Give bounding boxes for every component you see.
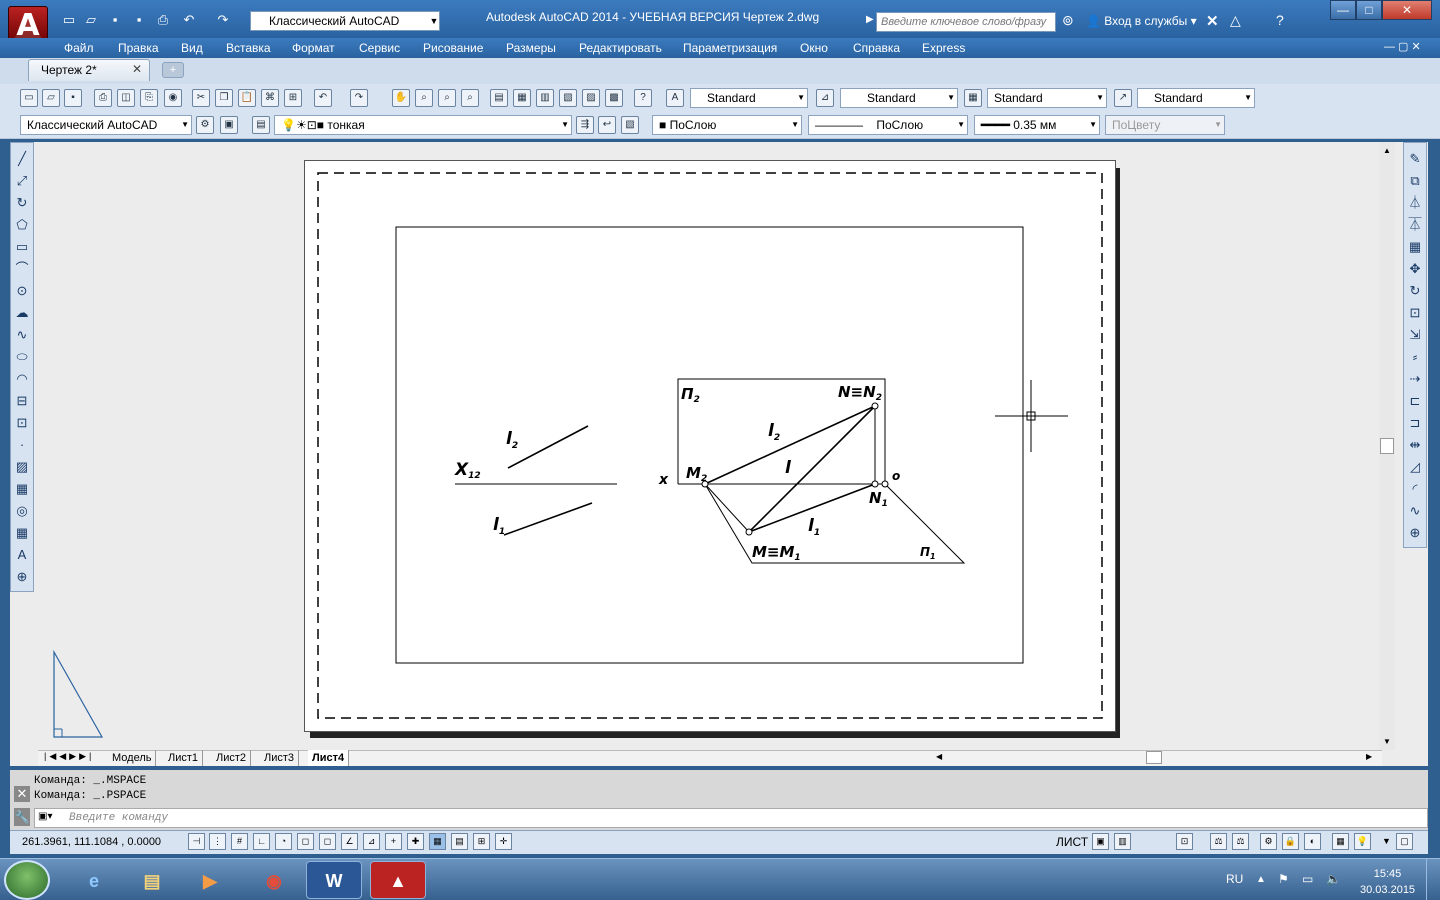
media-player-icon[interactable]: ▶ (182, 861, 238, 899)
label-x12: X12 (454, 460, 481, 481)
tab-model[interactable]: Модель (108, 750, 157, 766)
paper-space-toggle[interactable]: ЛИСТ (1056, 835, 1088, 849)
chrome-icon[interactable]: ◉ (246, 861, 302, 899)
maximize-viewport-icon[interactable]: ⊡ (1176, 833, 1193, 850)
word-icon[interactable]: W (306, 861, 362, 899)
tab-navigation-icons[interactable]: |◀◀▶▶| (44, 751, 94, 762)
point-m1 (745, 528, 753, 536)
label-n1: N1 (869, 489, 888, 509)
grid-icon[interactable]: # (231, 833, 248, 850)
clock[interactable]: 15:45 30.03.2015 (1360, 866, 1415, 898)
clock-time: 15:45 (1373, 868, 1402, 880)
wrench-icon[interactable]: 🔧 (14, 808, 30, 826)
annotation-scale-icon[interactable]: ⚖ (1210, 833, 1227, 850)
annotation-monitor-icon[interactable]: ✛ (495, 833, 512, 850)
volume-icon[interactable]: 🔈 (1326, 872, 1341, 886)
ortho-icon[interactable]: ∟ (253, 833, 270, 850)
snap-icon[interactable]: ⋮ (209, 833, 226, 850)
workspace-switch-icon[interactable]: ⚙ (1260, 833, 1277, 850)
left-l1-line (503, 502, 593, 536)
polar-icon[interactable]: ◔ (275, 833, 292, 850)
clock-date: 30.03.2015 (1360, 884, 1416, 896)
lock-icon[interactable]: 🔒 (1282, 833, 1299, 850)
quick-view-layouts-icon[interactable]: ▣ (1092, 833, 1109, 850)
label-m2: M2 (686, 464, 707, 484)
ucs-icon (53, 649, 104, 738)
hardware-acceleration-icon[interactable]: ◐ (1304, 833, 1321, 850)
quick-view-drawings-icon[interactable]: ▥ (1114, 833, 1131, 850)
show-desktop-button[interactable] (1426, 858, 1440, 900)
command-history-line: Команда: _.MSPACE (34, 775, 147, 787)
scroll-left-icon[interactable]: ◀ (936, 752, 942, 761)
otrack-icon[interactable]: ∠ (341, 833, 358, 850)
vertical-scroll-thumb[interactable] (1380, 438, 1394, 454)
quick-properties-icon[interactable]: ▤ (451, 833, 468, 850)
transparency-icon[interactable]: ▦ (429, 833, 446, 850)
point-o (881, 480, 889, 488)
horizontal-scroll-thumb[interactable] (1146, 751, 1162, 764)
infer-constraints-icon[interactable]: ⊣ (188, 833, 205, 850)
osnap-icon[interactable]: ◻ (297, 833, 314, 850)
projector-m-line (704, 483, 750, 533)
viewport-frame (395, 226, 1024, 664)
dyn-icon[interactable]: + (385, 833, 402, 850)
status-menu-icon[interactable]: ▼ (1382, 836, 1391, 846)
point-n1 (871, 480, 879, 488)
network-icon[interactable]: ▭ (1302, 872, 1313, 886)
left-l2-line (507, 425, 589, 469)
autocad-taskbar-icon[interactable]: ▲ (370, 861, 426, 899)
action-center-icon[interactable]: ⚑ (1278, 872, 1289, 886)
label-l2: l2 (768, 421, 780, 443)
command-prompt-icon[interactable]: ▣▾ (38, 811, 52, 822)
start-button[interactable] (4, 860, 50, 900)
selection-cycling-icon[interactable]: ⊞ (473, 833, 490, 850)
ducs-icon[interactable]: ⊿ (363, 833, 380, 850)
lightbulb-icon[interactable]: 💡 (1354, 833, 1371, 850)
label-x: x (658, 472, 669, 488)
tab-layout1[interactable]: Лист1 (164, 750, 204, 766)
close-icon[interactable]: ✕ (14, 786, 30, 802)
command-history-line: Команда: _.PSPACE (34, 790, 147, 802)
label-m-eq-m1: M≡M1 (752, 543, 801, 563)
label-left-l2: l2 (506, 429, 518, 451)
isolate-objects-icon[interactable]: ▦ (1332, 833, 1349, 850)
annotation-visibility-icon[interactable]: ⚖ (1232, 833, 1249, 850)
label-l1: l1 (808, 516, 820, 538)
explorer-icon[interactable]: ▤ (124, 861, 180, 899)
tab-layout4[interactable]: Лист4 (308, 750, 350, 766)
clean-screen-icon[interactable]: ▢ (1396, 833, 1413, 850)
scroll-right-icon[interactable]: ▶ (1366, 752, 1372, 761)
scroll-up-icon[interactable]: ▲ (1383, 146, 1391, 155)
tab-layout2[interactable]: Лист2 (212, 750, 252, 766)
internet-explorer-icon[interactable]: e (66, 861, 122, 899)
tab-layout3[interactable]: Лист3 (260, 750, 300, 766)
label-o: o (892, 469, 900, 483)
label-l: l (785, 458, 792, 478)
label-left-l1: l1 (493, 515, 505, 537)
scroll-down-icon[interactable]: ▼ (1383, 737, 1391, 746)
label-pi1: П1 (920, 545, 936, 561)
printable-area-boundary (317, 172, 1103, 719)
command-history: Команда: _.MSPACE Команда: _.PSPACE (34, 774, 146, 804)
language-indicator[interactable]: RU (1226, 872, 1243, 886)
lineweight-icon[interactable]: ✚ (407, 833, 424, 850)
tray-expand-icon[interactable]: ▲ (1256, 874, 1266, 885)
3d-osnap-icon[interactable]: ◻ (319, 833, 336, 850)
label-n-eq-n2: N≡N2 (838, 383, 882, 403)
command-input[interactable]: Введите команду (34, 808, 1428, 828)
label-pi2: П2 (681, 385, 700, 405)
coordinates-readout[interactable]: 261.3961, 111.1084 , 0.0000 (22, 836, 161, 848)
point-n2 (871, 402, 879, 410)
